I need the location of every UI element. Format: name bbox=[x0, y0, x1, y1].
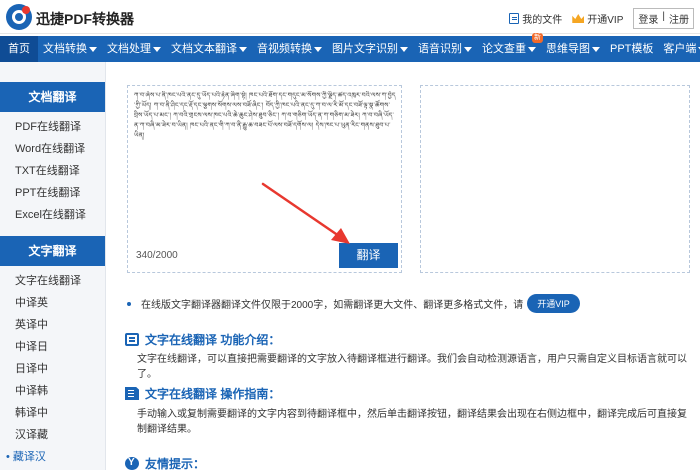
nav-label: 文档处理 bbox=[107, 43, 151, 55]
nav-item-speech[interactable]: 语音识别 bbox=[413, 36, 477, 62]
chevron-down-icon bbox=[592, 46, 600, 52]
guide-icon bbox=[125, 387, 139, 400]
intro-title-text: 文字在线翻译 功能介绍： bbox=[145, 333, 281, 347]
notice-vip-button[interactable]: 开通VIP bbox=[527, 294, 580, 313]
intro-icon bbox=[125, 333, 139, 346]
guide-section-title: 文字在线翻译 操作指南： bbox=[125, 385, 280, 402]
brand-name[interactable]: 迅捷PDF转换器 bbox=[36, 9, 134, 29]
sidebar-item-pdf[interactable]: PDF在线翻译 bbox=[0, 116, 105, 138]
tips-icon bbox=[125, 457, 139, 470]
sidebar-heading-doc-translate[interactable]: 文档翻译 bbox=[0, 82, 105, 112]
sidebar-text-list: 文字在线翻译 中译英 英译中 中译日 日译中 中译韩 韩译中 汉译藏 藏译汉 bbox=[0, 266, 105, 468]
guide-title-text: 文字在线翻译 操作指南： bbox=[145, 387, 281, 401]
nav-label: 语音识别 bbox=[418, 43, 462, 55]
document-icon bbox=[509, 13, 520, 24]
nav-item-doc-convert[interactable]: 文档转换 bbox=[38, 36, 102, 62]
divider: | bbox=[662, 11, 665, 22]
my-files-label: 我的文件 bbox=[522, 15, 563, 26]
chevron-down-icon bbox=[89, 46, 97, 52]
open-vip-label: 开通VIP bbox=[587, 15, 624, 26]
sidebar: 文档翻译 PDF在线翻译 Word在线翻译 TXT在线翻译 PPT在线翻译 Ex… bbox=[0, 62, 106, 470]
sidebar-item-excel[interactable]: Excel在线翻译 bbox=[0, 204, 105, 226]
nav-item-home[interactable]: 首页 bbox=[0, 36, 38, 62]
nav-item-mindmap[interactable]: 思维导图 bbox=[541, 36, 605, 62]
nav-label: 首页 bbox=[8, 43, 30, 55]
my-files-link[interactable]: 我的文件 bbox=[509, 11, 562, 26]
crown-icon bbox=[572, 14, 585, 23]
tips-section-title: 友情提示： bbox=[125, 455, 205, 470]
tips-title-text: 友情提示： bbox=[145, 457, 206, 470]
nav-label: 思维导图 bbox=[546, 43, 590, 55]
nav-label: 文档转换 bbox=[43, 43, 87, 55]
limit-notice: 在线版文字翻译器翻译文件仅限于2000字，如需翻译更大文件、翻译更多格式文件，请… bbox=[127, 294, 580, 313]
sidebar-item-ko-zh[interactable]: 韩译中 bbox=[0, 402, 105, 424]
login-link[interactable]: 登录 bbox=[638, 11, 658, 26]
intro-section-text: 文字在线翻译，可以直接把需要翻译的文字放入待翻译框进行翻译。我们会自动检测源语言… bbox=[137, 354, 687, 380]
sidebar-item-ppt[interactable]: PPT在线翻译 bbox=[0, 182, 105, 204]
sidebar-item-zh-ja[interactable]: 中译日 bbox=[0, 336, 105, 358]
top-header: 迅捷PDF转换器 我的文件 开通VIP 登录 | 注册 bbox=[0, 0, 700, 34]
bullet-icon bbox=[127, 301, 131, 306]
annotation-arrow-icon bbox=[261, 182, 350, 244]
sidebar-item-word[interactable]: Word在线翻译 bbox=[0, 138, 105, 160]
nav-item-av-convert[interactable]: 音视频转换 bbox=[252, 36, 327, 62]
notice-text: 在线版文字翻译器翻译文件仅限于2000字，如需翻译更大文件、翻译更多格式文件，请 bbox=[141, 300, 524, 311]
chevron-down-icon bbox=[528, 46, 536, 52]
nav-label: PPT模板 bbox=[610, 43, 654, 55]
char-counter: 340/2000 bbox=[136, 250, 178, 261]
nav-item-doc-process[interactable]: 文档处理 bbox=[102, 36, 166, 62]
sidebar-item-ja-zh[interactable]: 日译中 bbox=[0, 358, 105, 380]
result-text-box[interactable] bbox=[420, 85, 690, 273]
chevron-down-icon bbox=[400, 46, 408, 52]
nav-item-ppt[interactable]: PPT模板 bbox=[605, 36, 658, 62]
chevron-down-icon bbox=[153, 46, 161, 52]
main-nav: 首页 文档转换 文档处理 文档文本翻译 音视频转换 图片文字识别 语音识别 论文… bbox=[0, 33, 700, 62]
nav-label: 音视频转换 bbox=[257, 43, 312, 55]
brand-logo-icon[interactable] bbox=[6, 4, 32, 30]
sidebar-item-bo-zh[interactable]: 藏译汉 bbox=[0, 446, 105, 468]
login-register: 登录 | 注册 bbox=[633, 8, 694, 29]
sidebar-doc-list: PDF在线翻译 Word在线翻译 TXT在线翻译 PPT在线翻译 Excel在线… bbox=[0, 112, 105, 230]
guide-section-text: 手动输入或复制需要翻译的文字内容到待翻译框中，然后单击翻译按钮，翻译结果会出现在… bbox=[137, 409, 687, 435]
nav-item-plagiarism[interactable]: 论文查重新 bbox=[477, 33, 543, 62]
nav-label: 文档文本翻译 bbox=[171, 43, 237, 55]
chevron-down-icon bbox=[464, 46, 472, 52]
sidebar-item-zh-ko[interactable]: 中译韩 bbox=[0, 380, 105, 402]
sidebar-item-zh-bo[interactable]: 汉译藏 bbox=[0, 424, 105, 446]
sidebar-item-text-online[interactable]: 文字在线翻译 bbox=[0, 270, 105, 292]
nav-label: 客户端 bbox=[663, 43, 697, 55]
nav-label: 论文查重 bbox=[482, 43, 526, 55]
nav-label: 图片文字识别 bbox=[332, 43, 398, 55]
header-actions: 我的文件 开通VIP 登录 | 注册 bbox=[509, 8, 694, 29]
chevron-down-icon bbox=[314, 46, 322, 52]
nav-item-client[interactable]: 客户端 bbox=[658, 36, 700, 62]
sidebar-heading-text-translate[interactable]: 文字翻译 bbox=[0, 236, 105, 266]
open-vip-link[interactable]: 开通VIP bbox=[572, 11, 623, 26]
nav-item-translate[interactable]: 文档文本翻译 bbox=[166, 36, 252, 62]
register-link[interactable]: 注册 bbox=[669, 11, 689, 26]
nav-item-ocr[interactable]: 图片文字识别 bbox=[327, 36, 413, 62]
sidebar-item-zh-en[interactable]: 中译英 bbox=[0, 292, 105, 314]
chevron-down-icon bbox=[239, 46, 247, 52]
intro-section-title: 文字在线翻译 功能介绍： bbox=[125, 331, 280, 348]
sidebar-item-en-zh[interactable]: 英译中 bbox=[0, 314, 105, 336]
sidebar-item-txt[interactable]: TXT在线翻译 bbox=[0, 160, 105, 182]
